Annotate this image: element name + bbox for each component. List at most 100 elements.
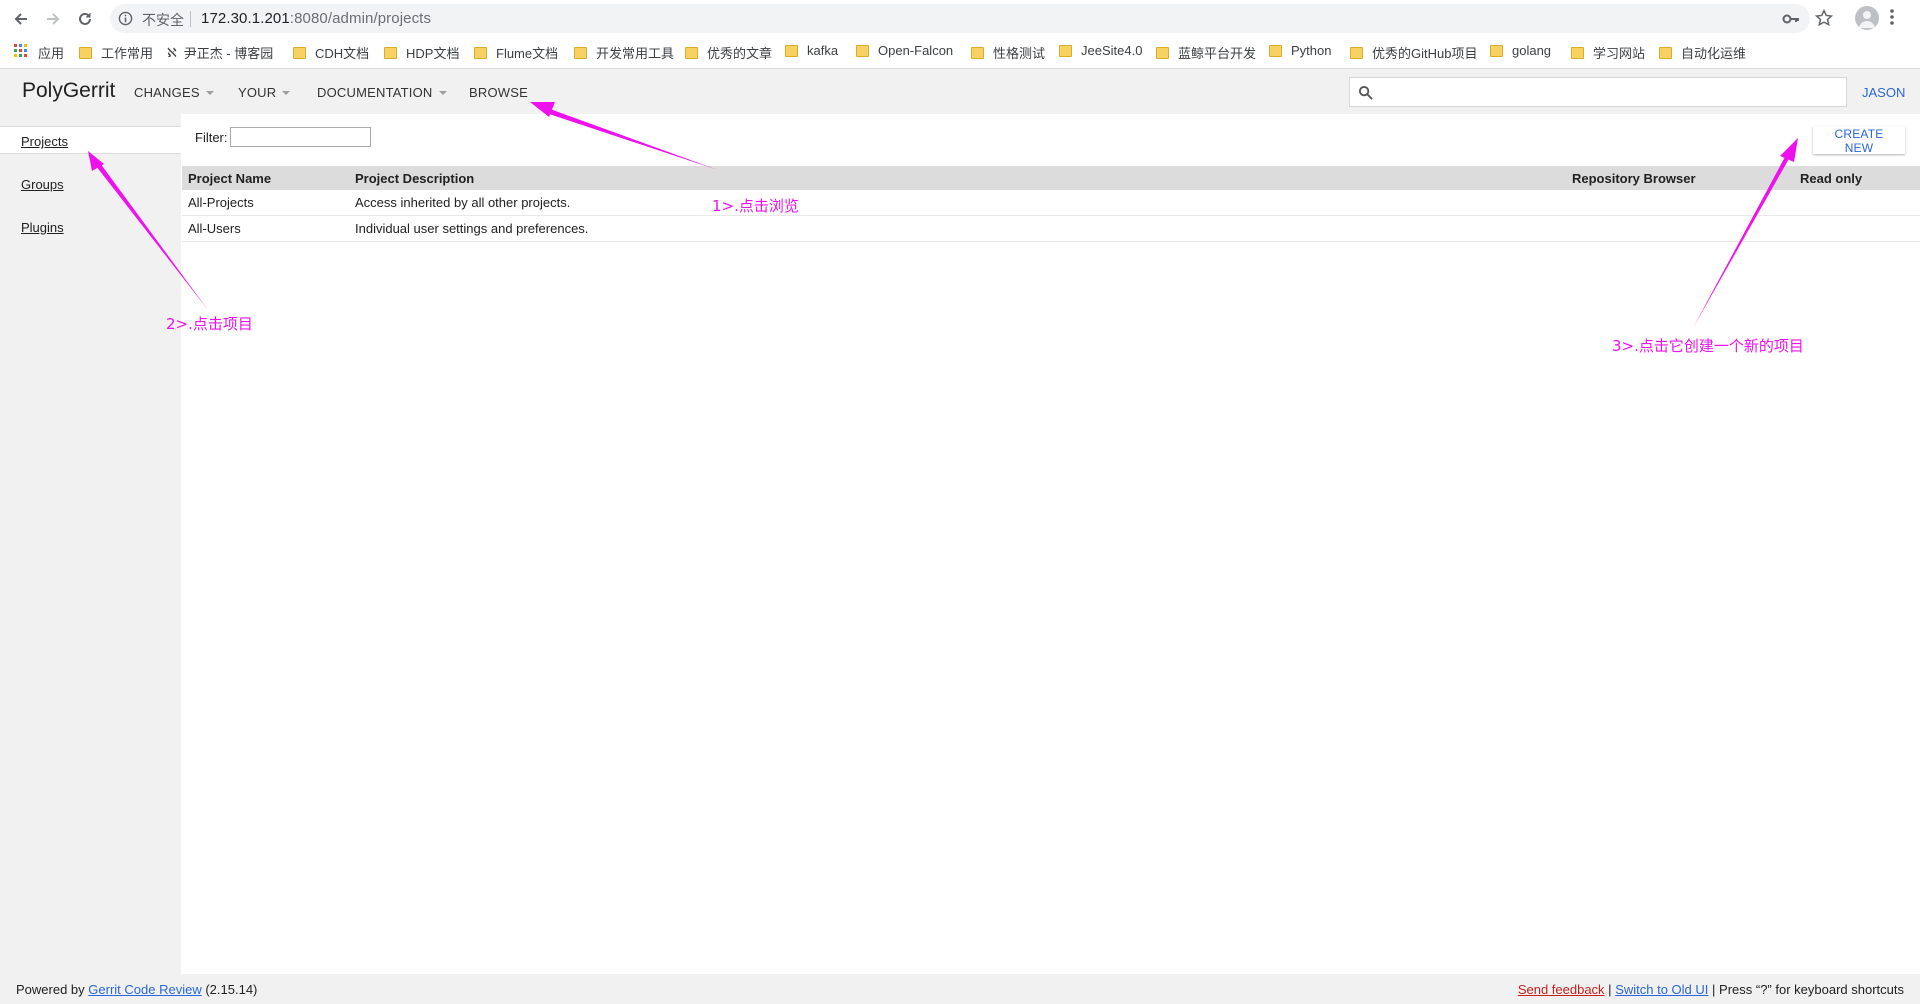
menu-label: YOUR (238, 85, 277, 100)
project-name-link[interactable]: All-Projects (188, 195, 254, 210)
table-row[interactable]: All-Projects Access inherited by all oth… (182, 190, 1920, 216)
menu-your[interactable]: YOUR (238, 85, 291, 100)
bookmark-label: kafka (807, 43, 839, 58)
search-input[interactable] (1380, 81, 1844, 105)
apps-grid-icon (14, 44, 28, 61)
star-icon[interactable] (1814, 8, 1834, 32)
url-path: :8080/admin/projects (289, 10, 432, 27)
key-icon[interactable] (1782, 12, 1800, 31)
sidebar-item-plugins[interactable]: Plugins (0, 213, 181, 241)
folder-icon (856, 44, 869, 57)
bookmark-folder[interactable]: 优秀的GitHub项目 (1350, 43, 1477, 62)
forward-icon[interactable] (40, 6, 66, 32)
app-logo[interactable]: PolyGerrit (22, 79, 115, 103)
switch-old-ui-link[interactable]: Switch to Old UI (1615, 982, 1708, 997)
bookmark-folder[interactable]: 学习网站 (1571, 43, 1645, 62)
sidebar-item-label: Groups (21, 177, 64, 192)
info-icon[interactable] (118, 11, 133, 31)
chevron-down-icon (205, 90, 214, 95)
footer-separator: | (1712, 982, 1716, 997)
filter-label: Filter: (195, 130, 228, 145)
bookmark-folder[interactable]: Python (1269, 43, 1331, 58)
bookmark-link[interactable]: ℵ 尹正杰 - 博客园 (167, 43, 273, 62)
filter-input[interactable] (230, 127, 371, 147)
chevron-down-icon (438, 90, 447, 95)
project-description: Access inherited by all other projects. (355, 195, 571, 210)
menu-changes[interactable]: CHANGES (134, 85, 214, 100)
search-icon (1358, 85, 1373, 105)
bookmark-folder[interactable]: HDP文档 (384, 43, 459, 62)
sidebar-item-label: Plugins (21, 220, 64, 235)
user-account-link[interactable]: JASON (1862, 85, 1905, 100)
bookmark-label: 蓝鲸平台开发 (1178, 46, 1257, 61)
bookmark-folder[interactable]: 开发常用工具 (574, 43, 674, 62)
folder-icon (1659, 46, 1672, 59)
bookmark-folder[interactable]: Flume文档 (474, 43, 558, 62)
bookmark-folder[interactable]: Open-Falcon (856, 43, 953, 58)
folder-icon (384, 46, 397, 59)
kebab-menu-icon[interactable] (1889, 8, 1895, 31)
blog-icon: ℵ (167, 44, 177, 60)
bookmark-folder[interactable]: 性格测试 (971, 43, 1045, 62)
send-feedback-link[interactable]: Send feedback (1518, 982, 1605, 997)
bookmarks-bar: 应用 工作常用 ℵ 尹正杰 - 博客园 CDH文档 HDP文档 Flume文档 开… (0, 37, 1920, 69)
menu-browse[interactable]: BROWSE (469, 85, 528, 100)
folder-icon (474, 46, 487, 59)
project-description: Individual user settings and preferences… (355, 221, 589, 236)
url-host: 172.30.1.201 (201, 10, 290, 27)
projects-table: Project Name Project Description Reposit… (182, 166, 1920, 242)
bookmark-label: HDP文档 (406, 46, 460, 61)
bookmark-label: 自动化运维 (1681, 46, 1747, 61)
search-box[interactable] (1349, 77, 1847, 107)
bookmark-label: 学习网站 (1593, 46, 1646, 61)
bookmark-label: Open-Falcon (878, 43, 954, 58)
bookmark-label: CDH文档 (315, 46, 370, 61)
bookmark-folder[interactable]: 蓝鲸平台开发 (1156, 43, 1256, 62)
app-header: PolyGerrit CHANGES YOUR DOCUMENTATION BR… (0, 69, 1920, 114)
address-divider (190, 11, 191, 27)
browser-toolbar: 不安全 172.30.1.201:8080/admin/projects (0, 0, 1920, 37)
bookmark-label: 工作常用 (101, 46, 154, 61)
bookmark-label: golang (1512, 43, 1552, 58)
version-text: (2.15.14) (205, 982, 258, 997)
sidebar-item-groups[interactable]: Groups (0, 170, 181, 198)
bookmark-folder[interactable]: 工作常用 (79, 43, 153, 62)
projects-panel: Filter: CREATE NEW Project Name Project … (181, 114, 1920, 974)
bookmark-label: 优秀的文章 (707, 46, 773, 61)
bookmark-folder[interactable]: 优秀的文章 (685, 43, 772, 62)
footer-actions: Send feedback | Switch to Old UI | Press… (1518, 982, 1904, 997)
reload-icon[interactable] (72, 6, 98, 32)
bookmark-label: 尹正杰 - 博客园 (183, 46, 274, 61)
sidebar-item-projects[interactable]: Projects (0, 126, 181, 154)
create-new-button[interactable]: CREATE NEW (1813, 126, 1905, 155)
folder-icon (574, 46, 587, 59)
menu-documentation[interactable]: DOCUMENTATION (317, 85, 447, 100)
bookmark-label: Flume文档 (496, 46, 559, 61)
bookmark-label: JeeSite4.0 (1081, 43, 1143, 58)
annotation-step2-label: 2>.点击项目 (166, 315, 253, 333)
folder-icon (1059, 44, 1072, 57)
admin-sidebar: Projects Groups Plugins (0, 114, 181, 974)
menu-label: BROWSE (469, 85, 528, 100)
keyboard-shortcut-hint: Press “?” for keyboard shortcuts (1719, 982, 1904, 997)
bookmark-folder[interactable]: 自动化运维 (1659, 43, 1746, 62)
back-icon[interactable] (8, 6, 34, 32)
bookmark-folder[interactable]: golang (1490, 43, 1551, 58)
gerrit-code-review-link[interactable]: Gerrit Code Review (88, 982, 201, 997)
page-footer: Powered by Gerrit Code Review (2.15.14) … (0, 974, 1920, 1004)
bookmark-folder[interactable]: JeeSite4.0 (1059, 43, 1142, 58)
security-label: 不安全 (142, 12, 184, 28)
profile-avatar[interactable] (1855, 6, 1879, 30)
address-bar[interactable]: 不安全 172.30.1.201:8080/admin/projects (110, 4, 1810, 33)
bookmark-apps[interactable]: 应用 (14, 43, 64, 62)
folder-icon (1156, 46, 1169, 59)
folder-icon (79, 46, 92, 59)
bookmark-folder[interactable]: CDH文档 (293, 43, 369, 62)
project-name-link[interactable]: All-Users (188, 221, 241, 236)
column-header-project-name: Project Name (188, 171, 272, 186)
bookmark-folder[interactable]: kafka (785, 43, 838, 58)
footer-separator: | (1608, 982, 1612, 997)
table-row[interactable]: All-Users Individual user settings and p… (182, 216, 1920, 242)
bookmark-label: 性格测试 (993, 46, 1046, 61)
folder-icon (1269, 44, 1282, 57)
